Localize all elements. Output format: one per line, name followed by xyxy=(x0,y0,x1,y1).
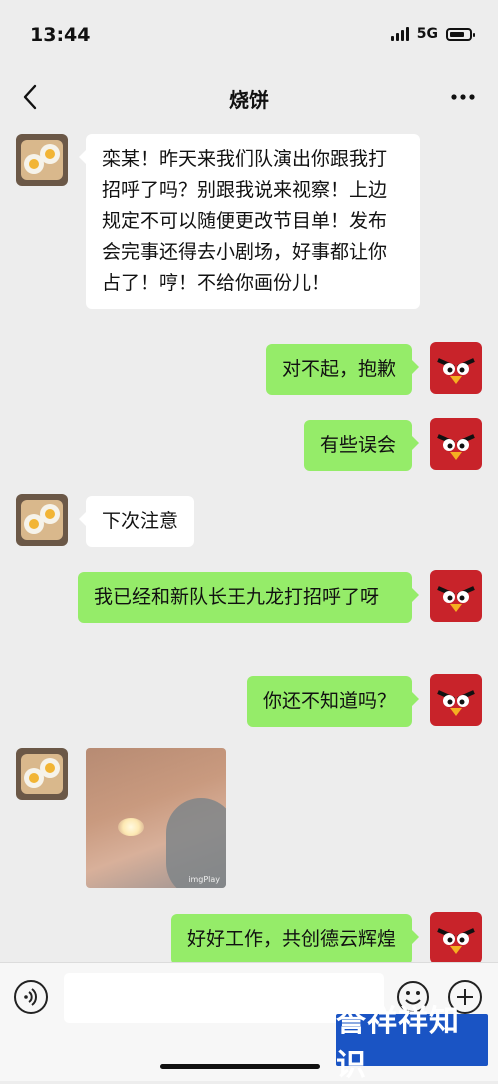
status-bar: 13:44 5G xyxy=(0,0,498,70)
image-watermark: imgPlay xyxy=(188,875,220,884)
avatar-shaobing[interactable] xyxy=(16,494,68,546)
avatar-self[interactable] xyxy=(430,418,482,470)
avatar-self[interactable] xyxy=(430,674,482,726)
avatar-self[interactable] xyxy=(430,570,482,622)
message-bubble-received[interactable]: 下次注意 xyxy=(78,496,195,547)
message-bubble-sent[interactable]: 有些误会 xyxy=(303,420,420,471)
status-indicators: 5G xyxy=(390,26,475,42)
status-time: 13:44 xyxy=(30,24,91,46)
message-list[interactable]: 栾某！昨天来我们队演出你跟我打招呼了吗？别跟我说来视察！上边规定不可以随便更改节… xyxy=(0,126,498,962)
image-message[interactable]: imgPlay xyxy=(86,748,226,888)
avatar-self[interactable] xyxy=(430,912,482,962)
network-label: 5G xyxy=(416,26,438,42)
image-highlight xyxy=(118,818,144,836)
message-bubble-received[interactable]: 栾某！昨天来我们队演出你跟我打招呼了吗？别跟我说来视察！上边规定不可以随便更改节… xyxy=(79,134,420,309)
battery-icon xyxy=(446,27,475,41)
avatar-shaobing[interactable] xyxy=(16,134,68,186)
nav-bar: 烧饼 xyxy=(0,70,498,126)
chat-title: 烧饼 xyxy=(229,88,269,112)
message-bubble-sent[interactable]: 对不起，抱歉 xyxy=(265,344,420,395)
voice-icon[interactable] xyxy=(14,980,48,1014)
more-dots-icon[interactable] xyxy=(450,84,476,116)
message-bubble-sent[interactable]: 你还不知道吗？ xyxy=(246,676,420,727)
home-indicator[interactable] xyxy=(160,1064,320,1069)
watermark-text: 誉祥祥知识 xyxy=(336,1004,460,1083)
watermark-logo: 誉祥祥知识 xyxy=(336,1004,488,1083)
avatar-self[interactable] xyxy=(430,342,482,394)
message-bubble-sent[interactable]: 我已经和新队长王九龙打招呼了呀 xyxy=(78,572,419,623)
avatar-shaobing[interactable] xyxy=(16,748,68,800)
signal-icon xyxy=(390,27,409,41)
message-bubble-sent[interactable]: 好好工作，共创德云辉煌 xyxy=(170,914,420,962)
